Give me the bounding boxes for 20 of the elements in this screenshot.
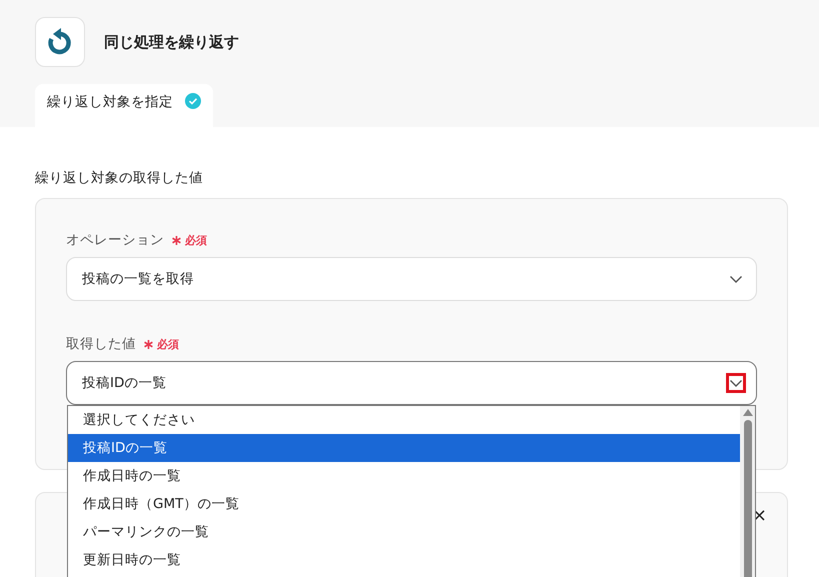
field-label: 取得した値 xyxy=(66,335,136,353)
dropdown-option[interactable]: パーマリンクの一覧 xyxy=(68,518,740,546)
field-label: オペレーション xyxy=(66,231,164,249)
required-tag: 必須 xyxy=(185,232,207,248)
dropdown-option[interactable]: 作成日時の一覧 xyxy=(68,462,740,490)
dropdown-option[interactable]: 更新日時の一覧 xyxy=(68,546,740,574)
dropdown-option[interactable]: 作成日時（GMT）の一覧 xyxy=(68,490,740,518)
asterisk-icon xyxy=(144,340,153,348)
step-tab[interactable]: 繰り返し対象を指定 xyxy=(35,84,213,127)
dropdown-option[interactable]: 投稿IDの一覧 xyxy=(68,434,740,462)
asterisk-icon xyxy=(172,236,181,244)
select-field[interactable]: 投稿の一覧を取得 xyxy=(66,257,757,301)
scrollbar[interactable] xyxy=(740,406,755,577)
dropdown-option[interactable]: 選択してください xyxy=(68,406,740,434)
window-title: 同じ処理を繰り返す xyxy=(104,32,239,52)
section-title: 繰り返し対象の取得した値 xyxy=(35,169,204,187)
caret-icon xyxy=(730,380,742,386)
rotate-arrow-icon xyxy=(46,28,74,56)
caret-icon xyxy=(730,276,742,282)
required-tag: 必須 xyxy=(157,336,179,352)
